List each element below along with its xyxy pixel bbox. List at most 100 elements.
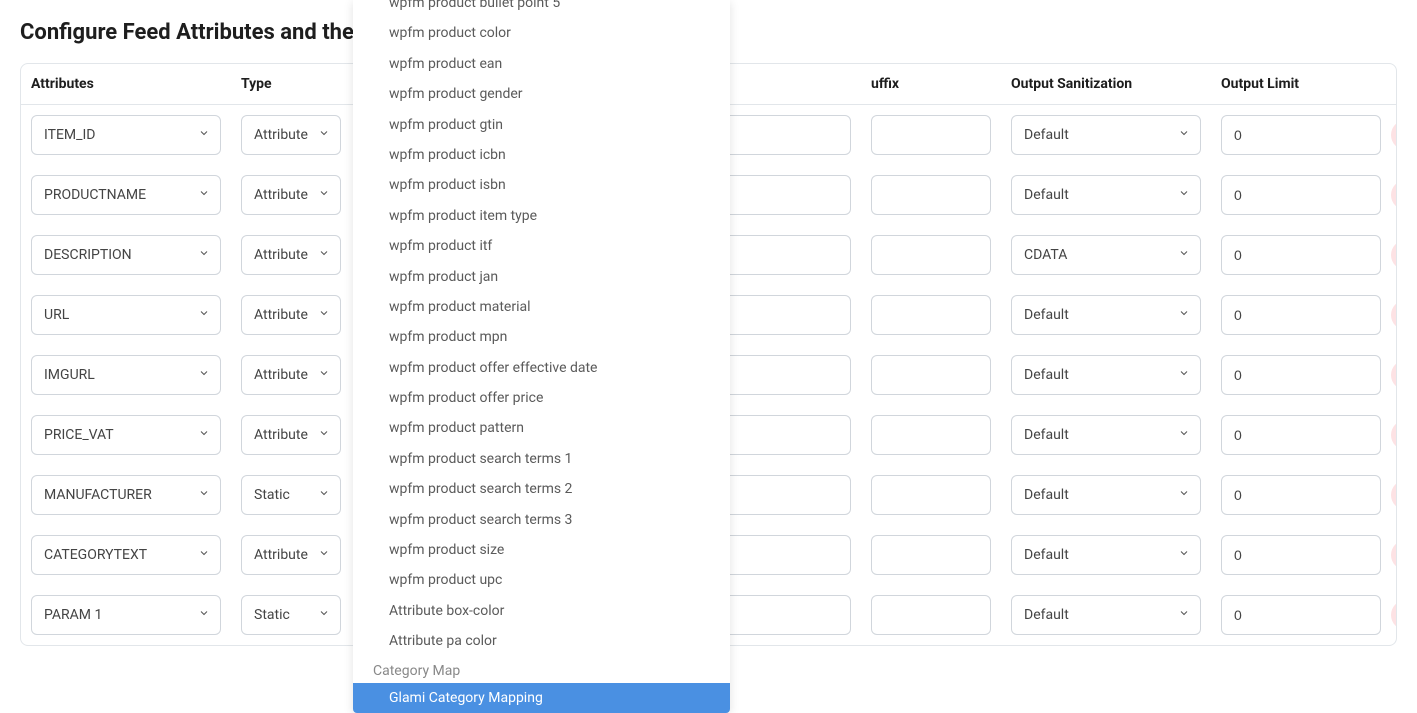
output-limit-input[interactable] [1221, 295, 1381, 335]
dropdown-option[interactable]: wpfm product offer price [353, 383, 730, 413]
sanitization-select[interactable]: Default [1011, 175, 1201, 215]
output-limit-input[interactable] [1221, 595, 1381, 635]
suffix-input[interactable] [871, 595, 991, 635]
type-select[interactable]: Attribute [241, 175, 341, 215]
output-limit-input[interactable] [1221, 235, 1381, 275]
dropdown-option[interactable]: Attribute pa color [353, 626, 730, 656]
dropdown-option[interactable]: Attribute box-color [353, 596, 730, 626]
value-dropdown-panel[interactable]: wpfm product bullet point 5wpfm product … [353, 0, 730, 713]
delete-row-button[interactable] [1391, 420, 1397, 450]
attribute-select[interactable]: IMGURL [31, 355, 221, 395]
type-select[interactable]: Attribute [241, 295, 341, 335]
delete-row-button[interactable] [1391, 120, 1397, 150]
prefix-input[interactable] [721, 295, 851, 335]
dropdown-option[interactable]: wpfm product size [353, 535, 730, 565]
prefix-input[interactable] [721, 535, 851, 575]
sanitization-select[interactable]: Default [1011, 295, 1201, 335]
prefix-input[interactable] [721, 355, 851, 395]
chevron-down-icon [198, 367, 210, 383]
suffix-input[interactable] [871, 115, 991, 155]
suffix-input[interactable] [871, 175, 991, 215]
dropdown-option[interactable]: wpfm product material [353, 292, 730, 322]
chevron-down-icon [318, 367, 330, 383]
attribute-select[interactable]: URL [31, 295, 221, 335]
delete-row-button[interactable] [1391, 480, 1397, 510]
delete-row-button[interactable] [1391, 600, 1397, 630]
attribute-select[interactable]: DESCRIPTION [31, 235, 221, 275]
sanitization-select[interactable]: Default [1011, 475, 1201, 515]
dropdown-option[interactable]: wpfm product itf [353, 231, 730, 261]
suffix-input[interactable] [871, 475, 991, 515]
dropdown-option[interactable]: wpfm product ean [353, 49, 730, 79]
sanitization-select[interactable]: CDATA [1011, 235, 1201, 275]
attribute-select[interactable]: PRICE_VAT [31, 415, 221, 455]
chevron-down-icon [198, 547, 210, 563]
dropdown-option[interactable]: wpfm product gtin [353, 110, 730, 140]
chevron-down-icon [1178, 187, 1190, 203]
output-limit-input[interactable] [1221, 535, 1381, 575]
delete-row-button[interactable] [1391, 360, 1397, 390]
suffix-input[interactable] [871, 295, 991, 335]
dropdown-option-highlighted[interactable]: Glami Category Mapping [353, 683, 730, 713]
dropdown-option[interactable]: wpfm product item type [353, 201, 730, 231]
output-limit-input[interactable] [1221, 355, 1381, 395]
type-value: Static [254, 607, 290, 623]
prefix-input[interactable] [721, 115, 851, 155]
suffix-input[interactable] [871, 355, 991, 395]
chevron-down-icon [1178, 487, 1190, 503]
sanitization-select[interactable]: Default [1011, 355, 1201, 395]
output-limit-input[interactable] [1221, 415, 1381, 455]
type-select[interactable]: Attribute [241, 115, 341, 155]
chevron-down-icon [198, 307, 210, 323]
prefix-input[interactable] [721, 595, 851, 635]
attribute-select[interactable]: CATEGORYTEXT [31, 535, 221, 575]
type-select[interactable]: Attribute [241, 235, 341, 275]
delete-row-button[interactable] [1391, 240, 1397, 270]
output-limit-input[interactable] [1221, 475, 1381, 515]
prefix-input[interactable] [721, 415, 851, 455]
delete-row-button[interactable] [1391, 180, 1397, 210]
dropdown-option[interactable]: wpfm product search terms 2 [353, 474, 730, 504]
attribute-select[interactable]: PRODUCTNAME [31, 175, 221, 215]
dropdown-option[interactable]: wpfm product jan [353, 262, 730, 292]
output-limit-input[interactable] [1221, 175, 1381, 215]
col-sanitization: Output Sanitization [1001, 64, 1211, 104]
dropdown-option[interactable]: wpfm product bullet point 5 [353, 0, 730, 18]
prefix-input[interactable] [721, 475, 851, 515]
dropdown-option[interactable]: wpfm product search terms 3 [353, 505, 730, 535]
dropdown-option[interactable]: wpfm product search terms 1 [353, 444, 730, 474]
delete-row-button[interactable] [1391, 300, 1397, 330]
attribute-select[interactable]: ITEM_ID [31, 115, 221, 155]
sanitization-value: Default [1024, 367, 1069, 383]
dropdown-option[interactable]: wpfm product color [353, 18, 730, 48]
type-select[interactable]: Attribute [241, 415, 341, 455]
type-select[interactable]: Attribute [241, 535, 341, 575]
prefix-input[interactable] [721, 175, 851, 215]
chevron-down-icon [318, 547, 330, 563]
dropdown-option[interactable]: wpfm product pattern [353, 413, 730, 443]
dropdown-option[interactable]: wpfm product gender [353, 79, 730, 109]
suffix-input[interactable] [871, 235, 991, 275]
attribute-value: URL [44, 307, 69, 323]
col-actions [1381, 64, 1397, 104]
type-select[interactable]: Static [241, 475, 341, 515]
sanitization-select[interactable]: Default [1011, 595, 1201, 635]
sanitization-select[interactable]: Default [1011, 115, 1201, 155]
sanitization-select[interactable]: Default [1011, 535, 1201, 575]
dropdown-option[interactable]: wpfm product offer effective date [353, 353, 730, 383]
type-select[interactable]: Static [241, 595, 341, 635]
dropdown-option[interactable]: wpfm product upc [353, 565, 730, 595]
output-limit-input[interactable] [1221, 115, 1381, 155]
suffix-input[interactable] [871, 535, 991, 575]
attribute-select[interactable]: PARAM 1 [31, 595, 221, 635]
type-select[interactable]: Attribute [241, 355, 341, 395]
prefix-input[interactable] [721, 235, 851, 275]
delete-row-button[interactable] [1391, 540, 1397, 570]
suffix-input[interactable] [871, 415, 991, 455]
dropdown-option[interactable]: wpfm product mpn [353, 322, 730, 352]
sanitization-select[interactable]: Default [1011, 415, 1201, 455]
dropdown-option[interactable]: wpfm product isbn [353, 170, 730, 200]
dropdown-option[interactable]: wpfm product icbn [353, 140, 730, 170]
chevron-down-icon [1178, 247, 1190, 263]
attribute-select[interactable]: MANUFACTURER [31, 475, 221, 515]
